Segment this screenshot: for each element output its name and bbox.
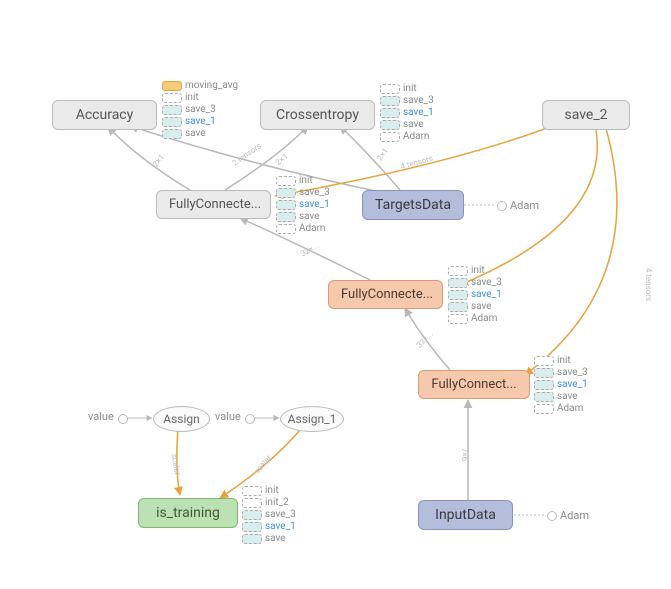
sidelist-chip bbox=[242, 486, 262, 496]
sidelist-chip bbox=[534, 368, 554, 378]
sidelist-label: Adam bbox=[471, 313, 497, 325]
edge-label-4tensors-b: 4 tensors bbox=[644, 268, 653, 301]
sidelist-chip bbox=[448, 278, 468, 288]
sidelist-chip bbox=[242, 498, 262, 508]
label-adam-input: Adam bbox=[560, 509, 589, 522]
sidelist-label: save bbox=[299, 211, 320, 223]
sidelist-chip bbox=[242, 534, 262, 544]
sidelist-chip bbox=[534, 404, 554, 414]
sidelist-fc-top: initsave_3save_1saveAdam bbox=[276, 175, 330, 235]
node-save-2[interactable]: save_2 bbox=[542, 100, 630, 130]
sidelist-label: save bbox=[403, 119, 424, 131]
node-targets-data[interactable]: TargetsData bbox=[362, 190, 464, 220]
sidelist-chip bbox=[380, 108, 400, 118]
sidelist-label: init_2 bbox=[265, 497, 289, 509]
edge-label-2x1-a: 2×1 bbox=[274, 152, 290, 167]
edge-label-32-a: 32×... bbox=[299, 241, 320, 259]
dot-value-1 bbox=[118, 414, 128, 424]
sidelist-chip bbox=[534, 392, 554, 402]
sidelist-label: moving_avg bbox=[185, 80, 238, 92]
sidelist-label: save bbox=[185, 128, 206, 140]
sidelist-label: save_1 bbox=[557, 379, 588, 391]
sidelist-fc-bottom: initsave_3save_1saveAdam bbox=[534, 355, 588, 415]
node-fc-top[interactable]: FullyConnecte... bbox=[156, 190, 271, 219]
sidelist-chip bbox=[448, 302, 468, 312]
node-fc-mid[interactable]: FullyConnecte... bbox=[328, 280, 443, 309]
sidelist-label: save bbox=[557, 391, 578, 403]
sidelist-chip bbox=[276, 212, 296, 222]
edge-label-2x1-c: 2×1 bbox=[151, 153, 166, 169]
node-accuracy[interactable]: Accuracy bbox=[52, 100, 157, 130]
sidelist-chip bbox=[380, 84, 400, 94]
sidelist-label: init bbox=[299, 175, 313, 187]
node-assign[interactable]: Assign bbox=[153, 406, 210, 432]
edge-label-scalar-1: scalar bbox=[170, 453, 183, 476]
sidelist-label: save bbox=[471, 301, 492, 313]
sidelist-label: init bbox=[403, 83, 417, 95]
sidelist-label: save_3 bbox=[299, 187, 330, 199]
sidelist-label: save bbox=[265, 533, 286, 545]
sidelist-label: save_1 bbox=[403, 107, 434, 119]
sidelist-chip bbox=[380, 96, 400, 106]
sidelist-chip bbox=[380, 132, 400, 142]
sidelist-fc-mid: initsave_3save_1saveAdam bbox=[448, 265, 502, 325]
sidelist-label: save_3 bbox=[471, 277, 502, 289]
dot-adam-input bbox=[547, 511, 557, 521]
node-crossentropy[interactable]: Crossentropy bbox=[260, 100, 375, 130]
sidelist-chip bbox=[162, 81, 182, 91]
sidelist-chip bbox=[276, 176, 296, 186]
dot-adam-targets bbox=[497, 201, 507, 211]
sidelist-label: save_1 bbox=[299, 199, 330, 211]
sidelist-chip bbox=[162, 117, 182, 127]
sidelist-label: init bbox=[265, 485, 279, 497]
sidelist-chip bbox=[276, 200, 296, 210]
node-assign-1[interactable]: Assign_1 bbox=[280, 406, 344, 432]
sidelist-label: init bbox=[471, 265, 485, 277]
sidelist-chip bbox=[448, 314, 468, 324]
sidelist-label: save_3 bbox=[403, 95, 434, 107]
edge-label-2tensors: 2 tensors bbox=[230, 141, 262, 167]
sidelist-chip bbox=[162, 105, 182, 115]
sidelist-label: Adam bbox=[557, 403, 583, 415]
sidelist-accuracy: moving_avginitsave_3save_1save bbox=[162, 80, 238, 140]
label-value-1: value bbox=[88, 410, 114, 423]
sidelist-label: save_3 bbox=[265, 509, 296, 521]
sidelist-chip bbox=[242, 510, 262, 520]
node-fc-bottom[interactable]: FullyConnect... bbox=[418, 370, 530, 399]
node-input-data[interactable]: InputData bbox=[418, 500, 513, 530]
edge-label-32-b: 32×... bbox=[415, 329, 435, 349]
label-adam-targets: Adam bbox=[510, 199, 539, 212]
sidelist-chip bbox=[276, 224, 296, 234]
node-is-training[interactable]: is_training bbox=[138, 498, 238, 528]
edge-label-7x6: 7×6 bbox=[460, 448, 469, 461]
sidelist-chip bbox=[162, 129, 182, 139]
edge-label-2x1-b: 2×1 bbox=[375, 146, 390, 162]
sidelist-chip bbox=[276, 188, 296, 198]
sidelist-label: Adam bbox=[403, 131, 429, 143]
sidelist-chip bbox=[448, 290, 468, 300]
dot-value-2 bbox=[245, 414, 255, 424]
sidelist-label: Adam bbox=[299, 223, 325, 235]
sidelist-label: save_3 bbox=[557, 367, 588, 379]
edge-label-4tensors-a: 4 tensors bbox=[399, 154, 433, 171]
sidelist-label: init bbox=[557, 355, 571, 367]
sidelist-chip bbox=[380, 120, 400, 130]
sidelist-label: save_1 bbox=[471, 289, 502, 301]
label-value-2: value bbox=[215, 410, 241, 423]
sidelist-label: save_1 bbox=[185, 116, 216, 128]
sidelist-chip bbox=[448, 266, 468, 276]
sidelist-crossentropy: initsave_3save_1saveAdam bbox=[380, 83, 434, 143]
sidelist-label: save_1 bbox=[265, 521, 296, 533]
sidelist-chip bbox=[534, 380, 554, 390]
sidelist-is-training: initinit_2save_3save_1save bbox=[242, 485, 296, 545]
sidelist-label: save_3 bbox=[185, 104, 216, 116]
sidelist-chip bbox=[242, 522, 262, 532]
sidelist-chip bbox=[534, 356, 554, 366]
edge-label-scalar-2: scalar bbox=[252, 453, 273, 475]
sidelist-chip bbox=[162, 93, 182, 103]
sidelist-label: init bbox=[185, 92, 199, 104]
